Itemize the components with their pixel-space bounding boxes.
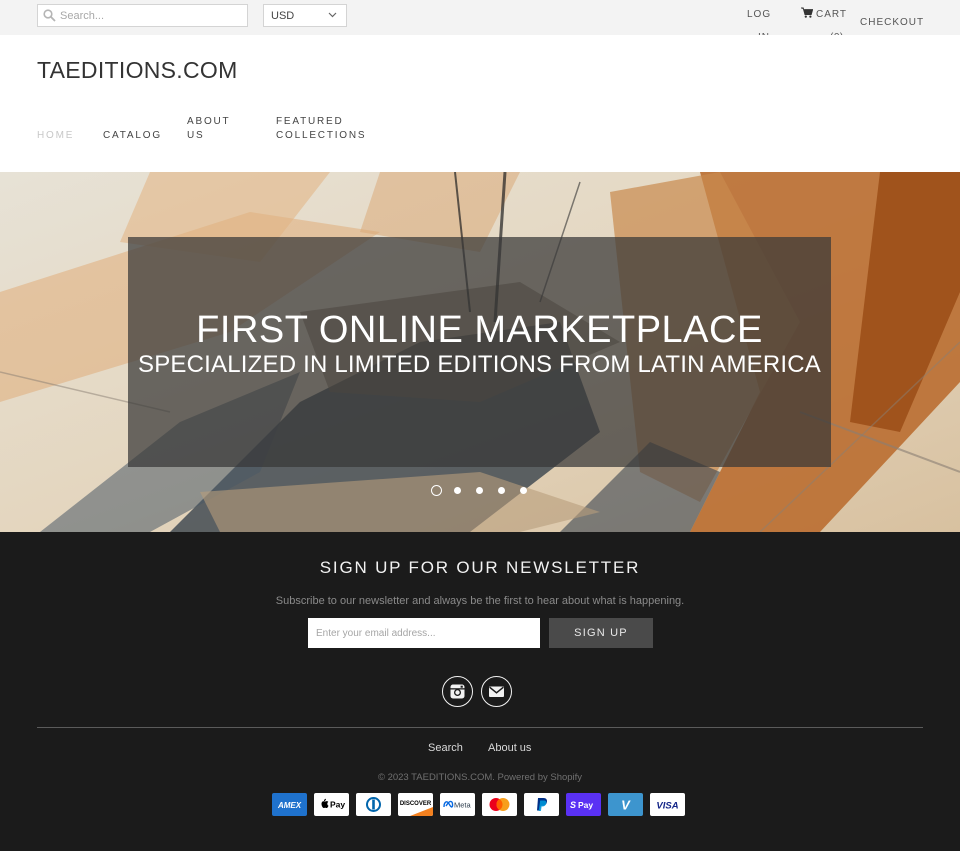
slide-dot-5[interactable] (520, 487, 527, 494)
slide-dot-4[interactable] (498, 487, 505, 494)
envelope-icon (489, 686, 504, 697)
hero-slideshow[interactable]: FIRST ONLINE MARKETPLACE SPECIALIZED IN … (0, 172, 960, 532)
nav-home-label: HOME (37, 130, 75, 141)
cart-icon (801, 7, 813, 18)
svg-text:Pay: Pay (578, 800, 593, 810)
search-box[interactable] (37, 4, 248, 27)
nav-featured-label-line2: COLLECTIONS (276, 130, 367, 141)
nav-home[interactable]: HOME (37, 129, 74, 143)
site-logo[interactable]: TAEDITIONS.COM (37, 57, 238, 84)
visa-icon: VISA (650, 793, 685, 816)
copyright: © 2023 TAEDITIONS.COM. Powered by Shopif… (377, 772, 583, 783)
nav-about-label-line2: US (187, 130, 205, 141)
nav-featured-collections[interactable]: FEATURED COLLECTIONS (276, 115, 366, 143)
nav-about-label-line1: ABOUT (187, 116, 231, 127)
currency-value: USD (271, 10, 295, 22)
diners-club-icon (356, 793, 391, 816)
currency-select[interactable]: USD (263, 4, 347, 27)
svg-text:DISCOVER: DISCOVER (400, 801, 432, 807)
nav-featured-label-line1: FEATURED (276, 116, 344, 127)
svg-text:S: S (570, 800, 576, 810)
slide-dot-2[interactable] (454, 487, 461, 494)
site-footer: SIGN UP FOR OUR NEWSLETTER Subscribe to … (0, 532, 960, 851)
hero-caption: FIRST ONLINE MARKETPLACE SPECIALIZED IN … (128, 237, 831, 467)
slide-dot-1[interactable] (431, 485, 442, 496)
newsletter-email-input[interactable] (308, 618, 540, 648)
payment-methods: AMEX Pay DISCOVER Meta S Pay V VISA (272, 793, 688, 816)
apple-pay-icon: Pay (314, 793, 349, 816)
instagram-link[interactable] (442, 676, 473, 707)
svg-text:VISA: VISA (656, 801, 678, 812)
hero-title: FIRST ONLINE MARKETPLACE (196, 309, 763, 351)
svg-text:V: V (621, 798, 631, 813)
shop-pay-icon: S Pay (566, 793, 601, 816)
checkout-link[interactable]: CHECKOUT (860, 11, 924, 34)
discover-icon: DISCOVER (398, 793, 433, 816)
top-bar: USD LOG IN CART (0) CHECKOUT (0, 0, 960, 43)
cart-label: CART (816, 9, 848, 20)
footer-link-about-us[interactable]: About us (488, 742, 531, 754)
footer-link-search[interactable]: Search (428, 742, 463, 754)
email-link[interactable] (481, 676, 512, 707)
nav-catalog-label: CATALOG (103, 130, 162, 141)
login-label-line1: LOG (747, 9, 772, 20)
site-header: TAEDITIONS.COM HOME CATALOG ABOUT US FEA… (0, 35, 960, 172)
nav-about-us[interactable]: ABOUT US (187, 115, 232, 143)
slide-dot-3[interactable] (476, 487, 483, 494)
newsletter-title: SIGN UP FOR OUR NEWSLETTER (319, 558, 641, 577)
instagram-icon (450, 684, 465, 699)
amex-icon: AMEX (272, 793, 307, 816)
venmo-icon: V (608, 793, 643, 816)
svg-text:Meta: Meta (454, 800, 472, 809)
search-input[interactable] (60, 5, 245, 26)
meta-pay-icon: Meta (440, 793, 475, 816)
hero-subtitle: SPECIALIZED IN LIMITED EDITIONS FROM LAT… (138, 351, 821, 378)
svg-text:AMEX: AMEX (277, 801, 302, 810)
newsletter-signup-button[interactable]: SIGN UP (549, 618, 653, 648)
chevron-down-icon (328, 12, 337, 18)
svg-text:Pay: Pay (330, 800, 345, 810)
mastercard-icon (482, 793, 517, 816)
nav-catalog[interactable]: CATALOG (103, 129, 162, 143)
search-icon (43, 9, 56, 22)
slide-indicator (431, 485, 541, 498)
newsletter-description: Subscribe to our newsletter and always b… (275, 595, 685, 607)
paypal-icon (524, 793, 559, 816)
footer-divider (37, 727, 923, 728)
